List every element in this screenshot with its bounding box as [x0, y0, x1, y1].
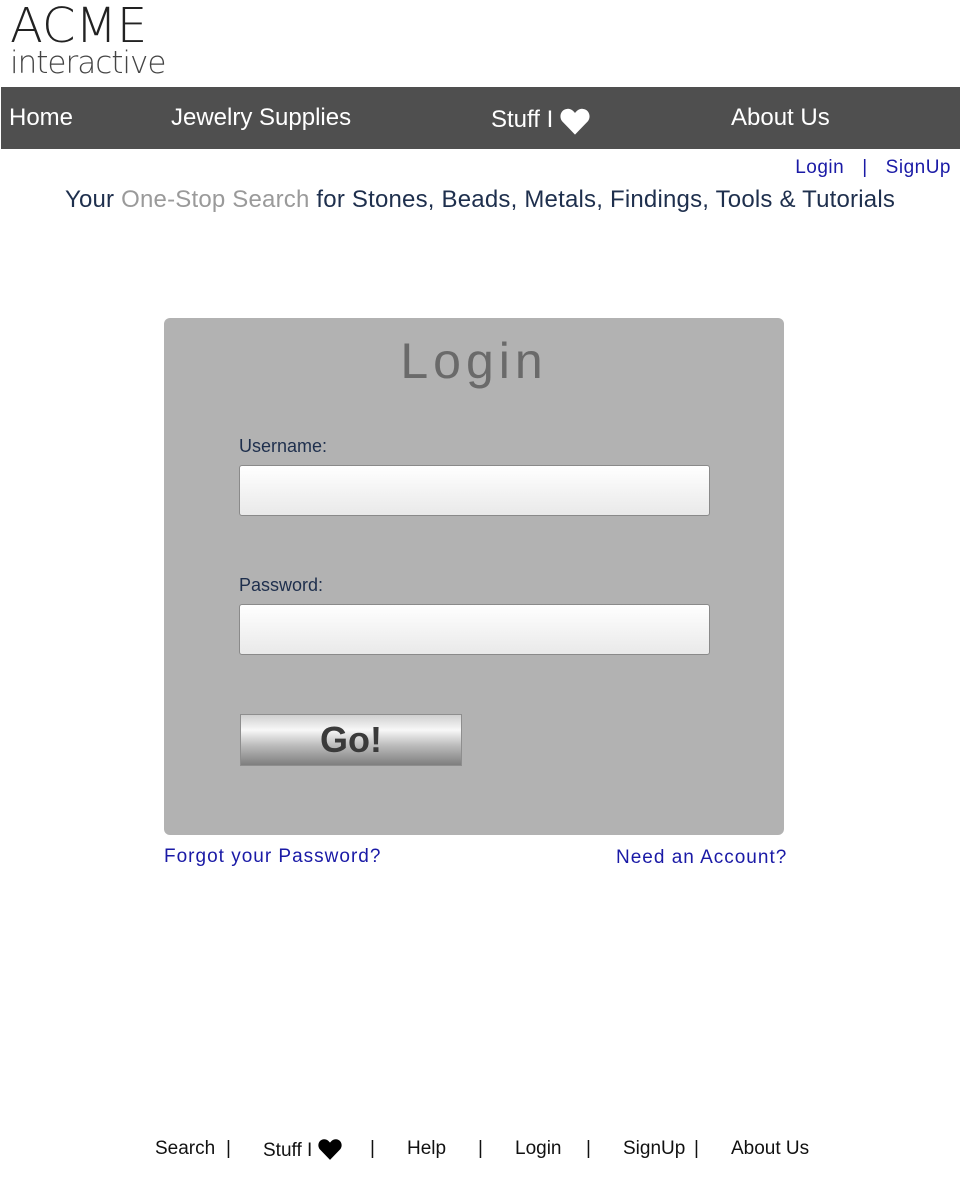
login-panel: Login Username: Password: Go! [164, 318, 784, 835]
footer-signup-link[interactable]: SignUp [623, 1138, 685, 1160]
footer-search-link[interactable]: Search [155, 1138, 215, 1160]
footer-login-link[interactable]: Login [515, 1138, 562, 1160]
password-input[interactable] [239, 604, 710, 655]
nav-about-us[interactable]: About Us [731, 87, 830, 149]
header-signup-link[interactable]: SignUp [886, 157, 951, 178]
nav-home[interactable]: Home [9, 87, 73, 149]
footer-separator: | [694, 1138, 699, 1159]
footer-about-link[interactable]: About Us [731, 1138, 809, 1160]
go-button[interactable]: Go! [240, 714, 462, 766]
username-label: Username: [239, 436, 328, 456]
heart-icon [560, 108, 590, 135]
need-account-link[interactable]: Need an Account? [616, 847, 787, 869]
footer-stuff-link[interactable]: Stuff I [263, 1138, 342, 1162]
nav-stuff-label: Stuff I [491, 106, 554, 133]
auth-separator: | [862, 157, 868, 178]
heart-icon [317, 1139, 342, 1160]
header-login-link[interactable]: Login [795, 157, 844, 178]
footer-separator: | [478, 1138, 483, 1159]
tagline-prefix: Your [64, 186, 122, 213]
forgot-password-link[interactable]: Forgot your Password? [164, 846, 381, 868]
login-title: Login [400, 333, 548, 389]
footer-separator: | [370, 1138, 375, 1159]
tagline-suffix: for Stones, Beads, Metals, Findings, Too… [309, 186, 896, 213]
footer-help-link[interactable]: Help [407, 1138, 446, 1160]
nav-stuff-i-love[interactable]: Stuff I [491, 89, 590, 151]
password-label: Password: [239, 575, 324, 595]
footer-separator: | [226, 1138, 231, 1159]
footer-stuff-label: Stuff I [263, 1140, 313, 1161]
logo-line-acme: ACME [10, 0, 148, 54]
nav-jewelry-supplies[interactable]: Jewelry Supplies [171, 87, 351, 149]
footer-separator: | [586, 1138, 591, 1159]
username-input[interactable] [239, 465, 710, 516]
auth-links: Login | SignUp [795, 157, 951, 179]
main-nav: Home Jewelry Supplies Stuff I About Us [1, 87, 960, 149]
acme-logo[interactable]: ACME interactive [10, 0, 166, 81]
tagline: Your One-Stop Search for Stones, Beads, … [0, 186, 960, 214]
tagline-highlight: One-Stop Search [121, 186, 310, 213]
logo-line-interactive: interactive [10, 45, 166, 81]
